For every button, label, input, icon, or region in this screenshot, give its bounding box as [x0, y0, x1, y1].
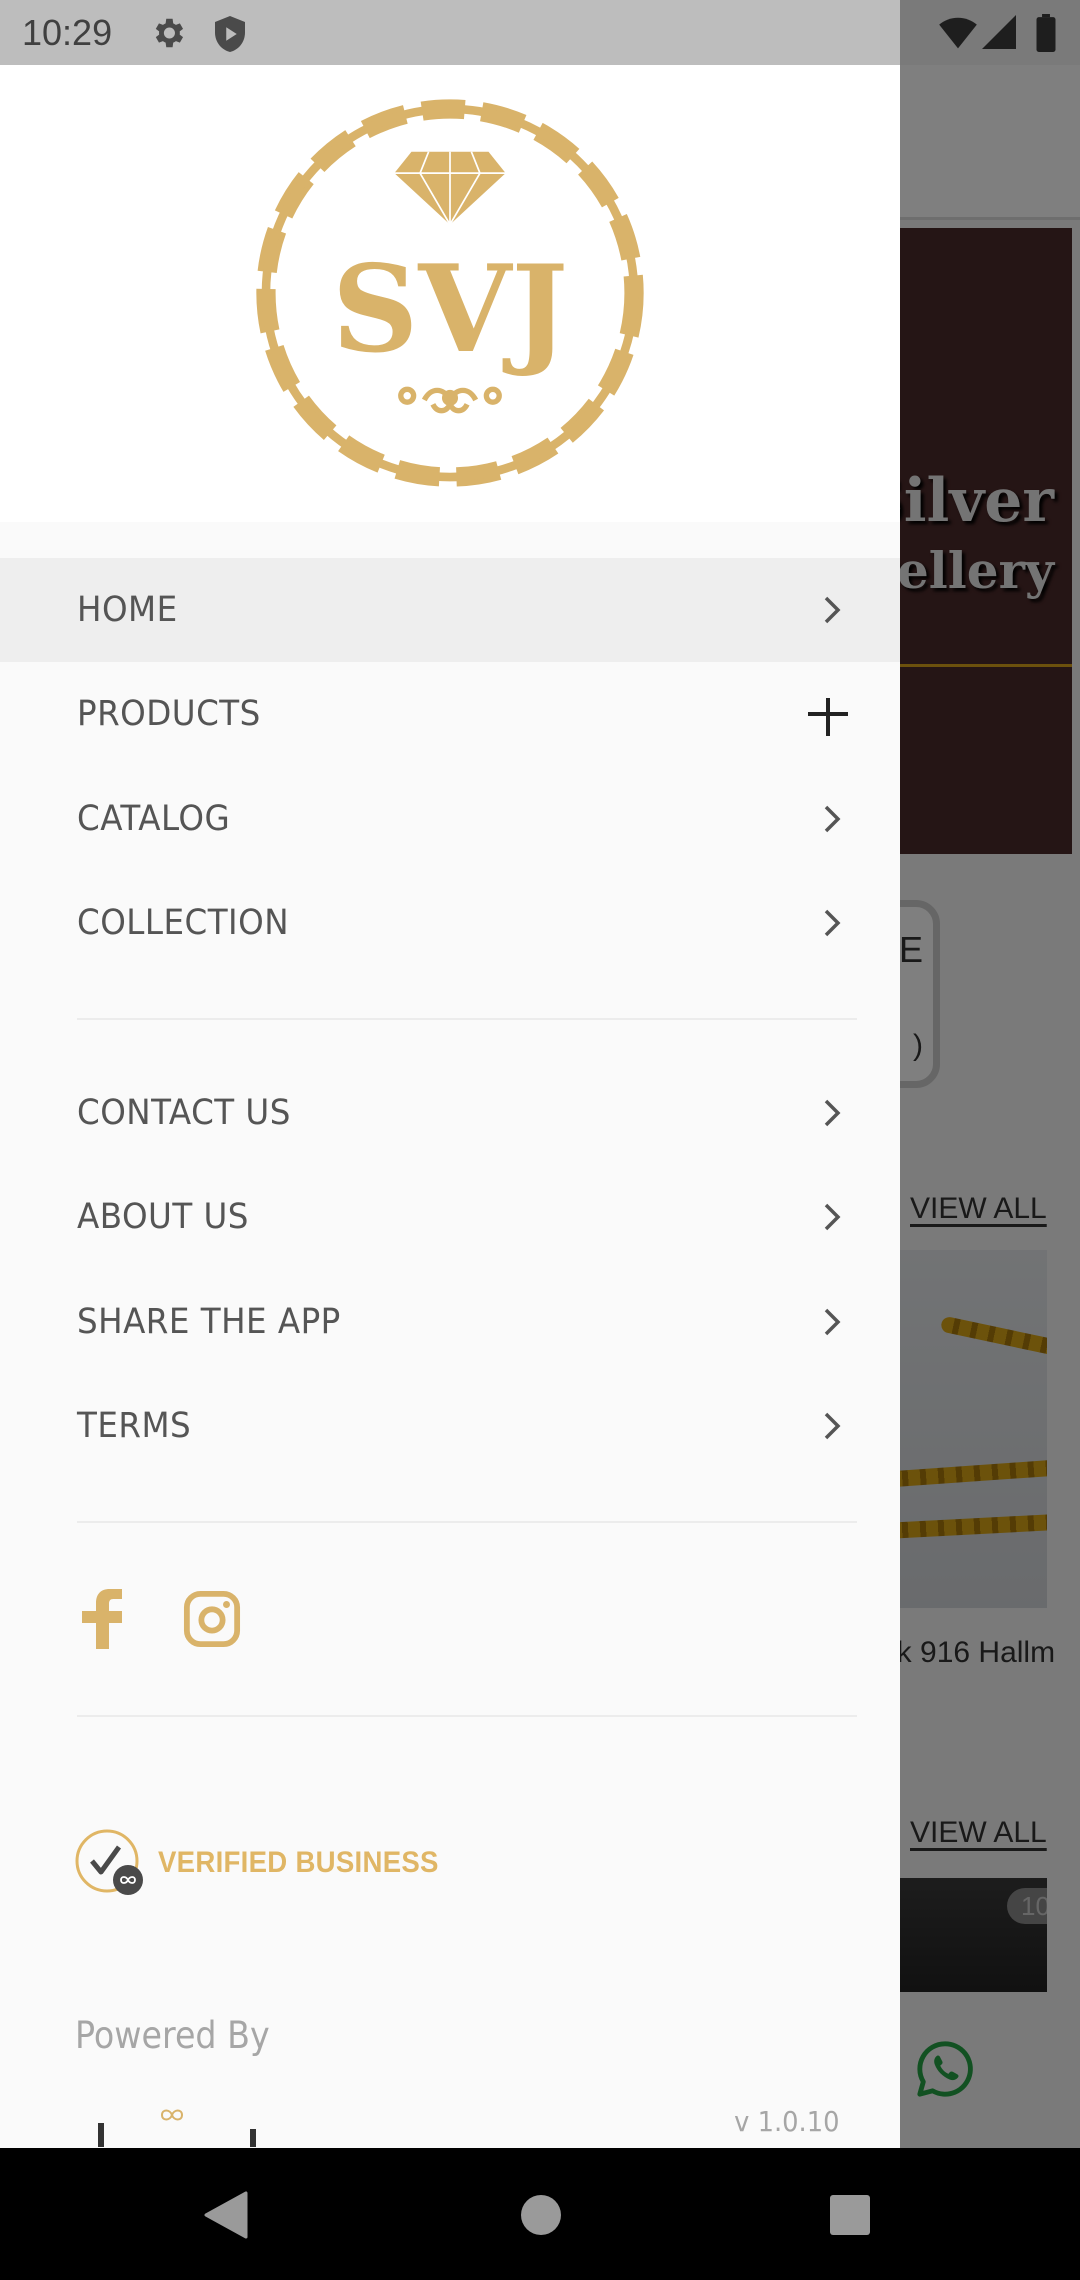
menu-item-label: HOME: [77, 590, 178, 630]
navigation-drawer: SVJ HOME PRODUCTS CATALOG COLLECTION CON…: [0, 65, 900, 2148]
menu-item-label: COLLECTION: [77, 903, 290, 943]
facebook-icon[interactable]: [80, 1589, 124, 1649]
instagram-icon[interactable]: [183, 1589, 241, 1649]
status-bar: 10:29: [0, 0, 1080, 65]
menu-item-label: PRODUCTS: [77, 694, 261, 734]
system-navigation-bar: [0, 2148, 1080, 2280]
powered-by-label: Powered By: [75, 2014, 270, 2057]
menu-item-label: TERMS: [77, 1406, 192, 1446]
plus-icon[interactable]: [808, 692, 848, 736]
menu-divider: [77, 1715, 857, 1717]
chevron-right-icon: [824, 596, 841, 624]
wifi-icon: [939, 17, 977, 49]
chevron-right-icon: [824, 805, 841, 833]
menu-item-contact-us[interactable]: CONTACT US: [0, 1061, 900, 1165]
chevron-right-icon: [824, 1203, 841, 1231]
recents-icon[interactable]: [825, 2190, 875, 2240]
status-time: 10:29: [22, 12, 113, 53]
home-icon[interactable]: [516, 2190, 566, 2240]
logo-ornament: [398, 386, 502, 414]
menu-item-label: SHARE THE APP: [77, 1302, 341, 1342]
chevron-right-icon: [824, 1099, 841, 1127]
chevron-right-icon: [824, 1308, 841, 1336]
logo-text: SVJ: [332, 239, 568, 380]
menu-item-label: ABOUT US: [77, 1197, 249, 1237]
menu-item-about-us[interactable]: ABOUT US: [0, 1165, 900, 1269]
verified-business-label: VERIFIED BUSINESS: [158, 1846, 439, 1879]
svj-logo: SVJ: [256, 99, 644, 487]
chevron-right-icon: [824, 909, 841, 937]
menu-item-collection[interactable]: COLLECTION: [0, 871, 900, 975]
settings-gear-icon: [155, 18, 184, 48]
cellular-signal-icon: [982, 15, 1016, 49]
menu-item-label: CATALOG: [77, 799, 231, 839]
back-icon[interactable]: [200, 2190, 250, 2240]
powered-by-logo[interactable]: [90, 2107, 280, 2147]
app-version: v 1.0.10: [734, 2105, 840, 2138]
diamond-icon: [394, 151, 506, 227]
menu-item-home[interactable]: HOME: [0, 558, 900, 662]
menu-divider: [77, 1018, 857, 1020]
menu-item-label: CONTACT US: [77, 1093, 291, 1133]
verified-check-icon: [75, 1829, 143, 1895]
menu-item-share-the-app[interactable]: SHARE THE APP: [0, 1270, 900, 1374]
chevron-right-icon: [824, 1412, 841, 1440]
menu-item-terms[interactable]: TERMS: [0, 1374, 900, 1478]
status-bar-drawer-section: [0, 0, 900, 65]
menu-item-products[interactable]: PRODUCTS: [0, 662, 900, 766]
menu-item-catalog[interactable]: CATALOG: [0, 767, 900, 871]
drawer-header: SVJ: [0, 65, 900, 522]
play-protect-shield-icon: [215, 16, 245, 52]
verified-business-badge: VERIFIED BUSINESS: [74, 1827, 463, 1899]
battery-icon: [1036, 14, 1056, 52]
menu-divider: [77, 1521, 857, 1523]
